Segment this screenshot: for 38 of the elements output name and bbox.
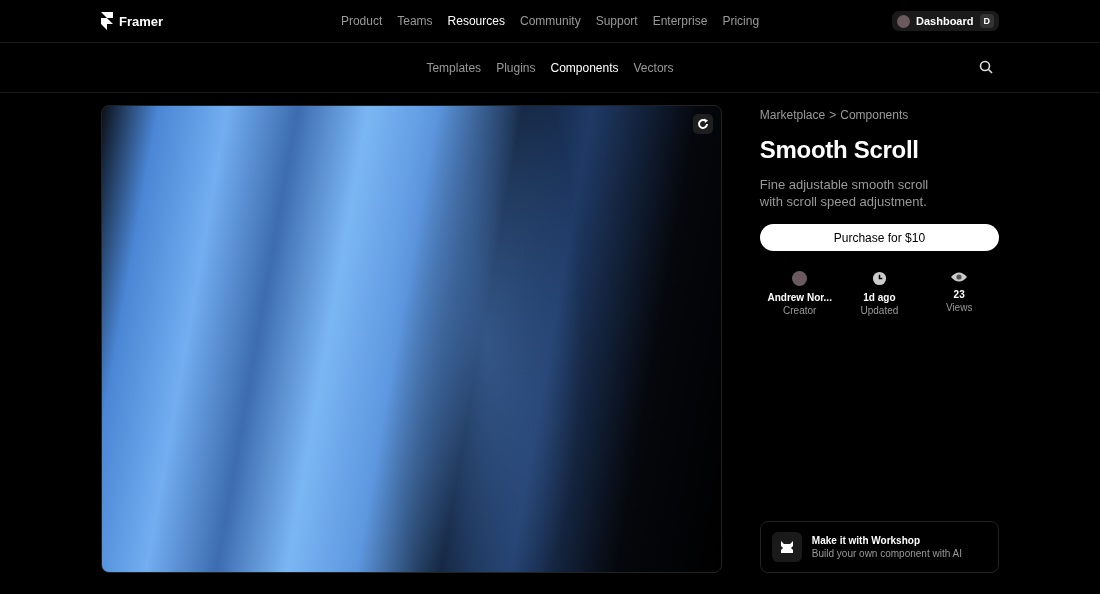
- stat-value: 1d ago: [863, 292, 896, 303]
- workshop-logo-icon: [771, 532, 802, 562]
- eye-icon: [951, 271, 968, 283]
- component-title: Smooth Scroll: [759, 136, 920, 164]
- nav-link[interactable]: Product: [340, 14, 383, 28]
- breadcrumb-link[interactable]: Components: [840, 108, 909, 122]
- user-initial-badge: D: [979, 14, 994, 28]
- workshop-card[interactable]: Make it with Workshop Build your own component with AI: [759, 521, 999, 573]
- framer-logo-icon[interactable]: [101, 12, 113, 30]
- brand-name: Framer: [119, 13, 164, 29]
- refresh-button[interactable]: [692, 114, 713, 134]
- stat-label: Updated: [860, 305, 899, 316]
- component-description: Fine adjustable smooth scroll with scroll speed adjustment.: [759, 176, 930, 210]
- stat-label: Creator: [783, 305, 817, 316]
- nav-link[interactable]: Pricing: [722, 14, 760, 28]
- nav-link[interactable]: Community: [519, 14, 581, 28]
- breadcrumb-separator: >: [829, 108, 837, 122]
- avatar-icon: [897, 14, 911, 28]
- stat-value: 23: [953, 289, 965, 300]
- nav-link[interactable]: Enterprise: [652, 14, 708, 28]
- search-icon[interactable]: [979, 60, 993, 74]
- refresh-icon: [696, 118, 709, 130]
- workshop-subtitle: Build your own component with AI: [811, 548, 962, 559]
- dashboard-button[interactable]: Dashboard D: [892, 11, 999, 31]
- avatar-icon: [792, 271, 808, 286]
- nav-link[interactable]: Resources: [447, 14, 505, 28]
- category-tab[interactable]: Components: [550, 60, 619, 75]
- breadcrumb-link[interactable]: Marketplace: [759, 108, 826, 122]
- category-tab[interactable]: Vectors: [633, 60, 674, 75]
- workshop-title: Make it with Workshop: [811, 535, 921, 546]
- nav-link[interactable]: Support: [595, 14, 638, 28]
- clock-icon: [871, 271, 887, 286]
- category-tab[interactable]: Templates: [426, 60, 482, 75]
- purchase-button[interactable]: Purchase for $10: [759, 224, 999, 251]
- nav-link[interactable]: Teams: [397, 14, 433, 28]
- stat-value: Andrew Nor...: [767, 292, 832, 303]
- category-tab[interactable]: Plugins: [496, 60, 536, 75]
- stat-label: Views: [945, 302, 973, 313]
